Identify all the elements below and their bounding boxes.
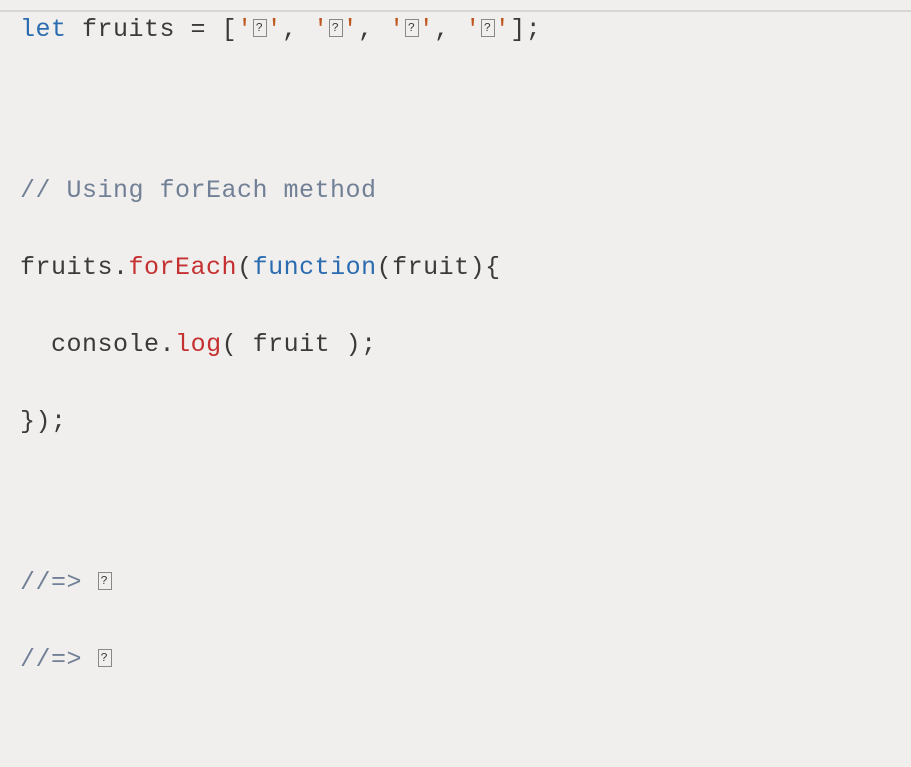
paren-open: ( [237,253,253,282]
obj-fruits: fruits [20,253,113,282]
brace-open: { [485,253,501,282]
comma-sep: , [434,15,465,44]
emoji-placeholder-icon: ? [329,19,343,37]
output-prefix: //=> [20,568,98,597]
string-quote: ' [313,15,329,44]
comma-sep: , [358,15,389,44]
blank-line [20,208,891,250]
dot-operator: . [160,330,176,359]
output-line-1: //=> ? [20,565,891,600]
code-block: let fruits = ['?', '?', '?', '?']; // Us… [20,10,891,677]
equals-operator: = [191,15,222,44]
emoji-placeholder-icon: ? [253,19,267,37]
code-line-3: console.log( fruit ); [20,327,891,362]
output-line-2: //=> ? [20,642,891,677]
indent [20,330,51,359]
code-line-4: }); [20,404,891,439]
method-foreach: forEach [129,253,238,282]
paren-open: ( [222,330,253,359]
closing-brackets: }); [20,407,67,436]
arg-fruit: fruit [253,330,331,359]
blank-line [20,362,891,404]
var-fruits: fruits [82,15,191,44]
comment-text: // Using forEach method [20,176,377,205]
bracket-open: [ [222,15,238,44]
paren-close: ); [330,330,377,359]
blank-lines [20,439,891,565]
code-line-2: fruits.forEach(function(fruit){ [20,250,891,285]
emoji-placeholder-icon: ? [405,19,419,37]
blank-lines [20,47,891,173]
string-quote: ' [495,15,511,44]
blank-line [20,600,891,642]
paren-close: ) [470,253,486,282]
string-quote: ' [237,15,253,44]
bracket-close: ]; [510,15,541,44]
output-prefix: //=> [20,645,98,674]
keyword-function: function [253,253,377,282]
string-quote: ' [389,15,405,44]
emoji-placeholder-icon: ? [98,572,112,590]
obj-console: console [51,330,160,359]
code-comment-1: // Using forEach method [20,173,891,208]
code-line-1: let fruits = ['?', '?', '?', '?']; [20,12,891,47]
emoji-placeholder-icon: ? [481,19,495,37]
comma-sep: , [282,15,313,44]
string-quote: ' [465,15,481,44]
dot-operator: . [113,253,129,282]
string-quote: ' [419,15,435,44]
param-fruit: fruit [392,253,470,282]
string-quote: ' [267,15,283,44]
string-quote: ' [343,15,359,44]
paren-open: ( [377,253,393,282]
method-log: log [175,330,222,359]
keyword-let: let [20,15,82,44]
blank-line [20,285,891,327]
emoji-placeholder-icon: ? [98,649,112,667]
